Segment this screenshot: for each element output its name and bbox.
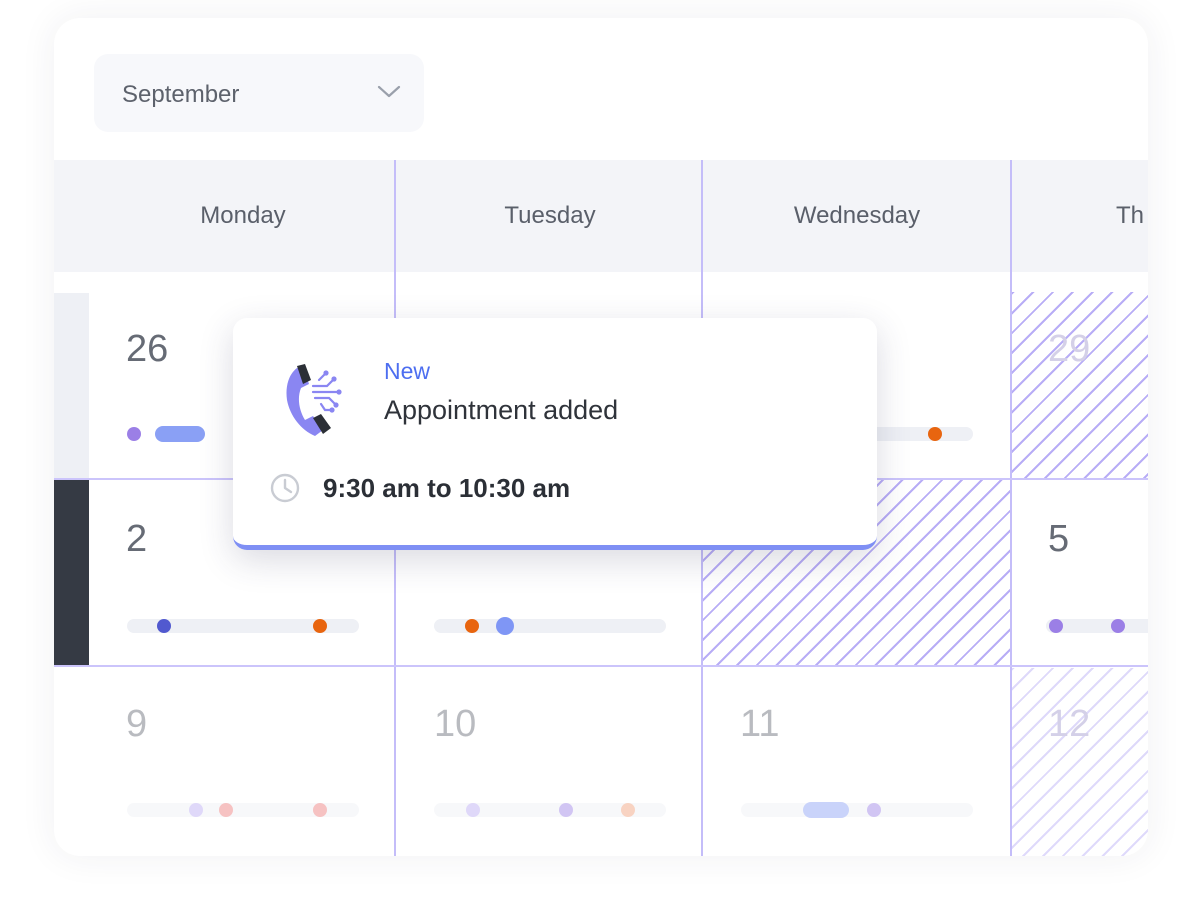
event-dot [313, 619, 327, 633]
weekday-wednesday: Wednesday [793, 202, 921, 229]
day-cell[interactable]: 10 [396, 667, 701, 856]
event-dot [559, 803, 573, 817]
event-dot [928, 427, 942, 441]
weekday-thursday: Th [1116, 202, 1145, 229]
current-week-indicator [54, 480, 89, 665]
event-pill [155, 426, 205, 442]
month-select-value: September [122, 81, 240, 108]
day-cell[interactable]: 12 [1012, 667, 1148, 856]
appointment-popup[interactable]: New Appointment added 9:30 am to 10:30 a… [233, 318, 877, 550]
event-dot [496, 617, 514, 635]
day-cell[interactable]: 5 [1012, 480, 1148, 665]
event-track [863, 427, 973, 441]
event-dot [189, 803, 203, 817]
event-track [741, 803, 973, 817]
event-dot [465, 619, 479, 633]
popup-time: 9:30 am to 10:30 am [323, 473, 571, 503]
weekday-header: Monday Tuesday Wednesday Th [54, 160, 1148, 272]
date-number: 9 [126, 703, 148, 745]
event-pill [803, 802, 849, 818]
date-number: 29 [1048, 328, 1091, 370]
date-number: 26 [126, 328, 169, 370]
event-dot [466, 803, 480, 817]
phone-icon [286, 364, 342, 436]
clock-icon [270, 473, 300, 503]
date-number: 11 [740, 703, 780, 745]
day-cell[interactable]: 29 [1012, 292, 1148, 478]
month-select[interactable]: September [94, 54, 424, 132]
date-number: 5 [1048, 518, 1070, 560]
date-number: 12 [1048, 703, 1091, 745]
event-dot [867, 803, 881, 817]
day-cell[interactable]: 9 [89, 667, 394, 856]
popup-title: Appointment added [384, 395, 619, 425]
date-number: 2 [126, 518, 148, 560]
date-number: 10 [434, 703, 477, 745]
popup-badge: New [384, 358, 431, 384]
chevron-down-icon [377, 85, 401, 98]
event-dot [157, 619, 171, 633]
event-dot [1049, 619, 1063, 633]
event-dot [127, 427, 141, 441]
event-dot [621, 803, 635, 817]
week-strip [54, 293, 89, 480]
event-dot [313, 803, 327, 817]
event-dot [1111, 619, 1125, 633]
event-dot [219, 803, 233, 817]
weekday-tuesday: Tuesday [504, 202, 596, 229]
day-cell[interactable]: 11 [703, 667, 1010, 856]
weekday-monday: Monday [200, 202, 286, 229]
